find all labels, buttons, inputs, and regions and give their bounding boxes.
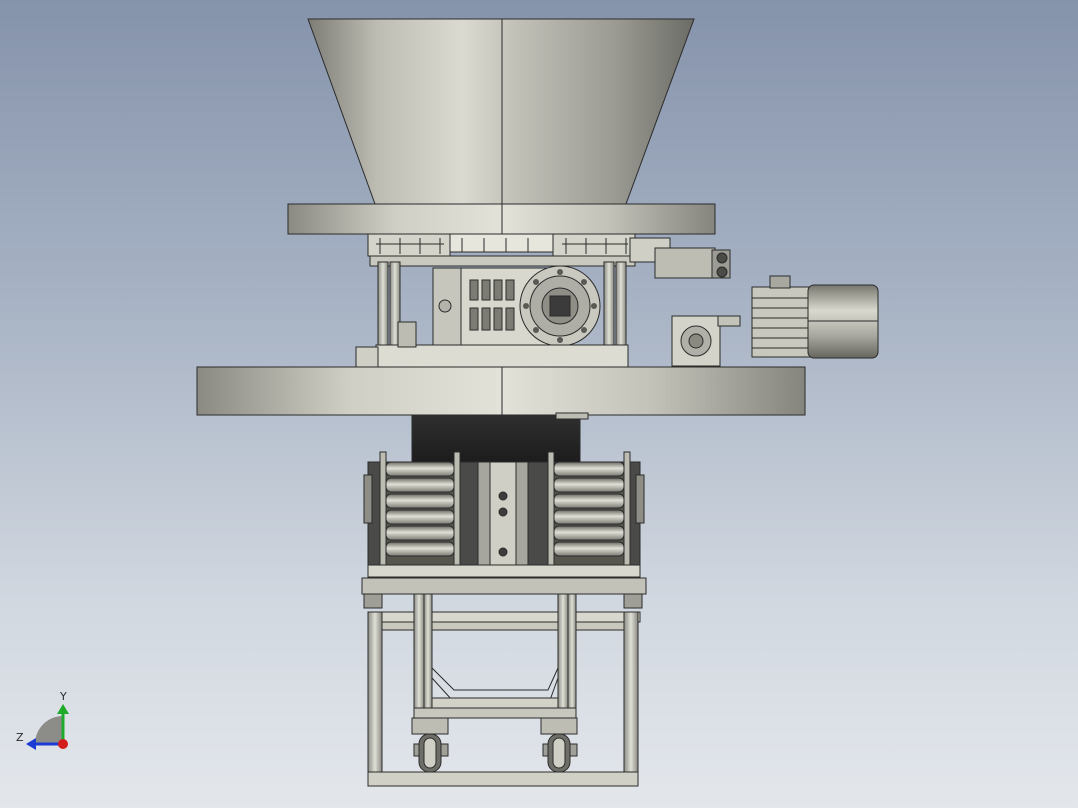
caster-right <box>540 717 578 773</box>
discharge-chute <box>411 412 589 466</box>
hopper-cone <box>307 18 695 205</box>
caster-left <box>411 717 449 773</box>
cad-model-view: Y Z <box>16 18 879 787</box>
y-axis-arrow <box>57 704 69 714</box>
roller-frame <box>363 451 645 567</box>
lower-main-plate <box>196 366 806 416</box>
z-axis-label: Z <box>16 731 24 744</box>
triad-sector <box>35 716 63 744</box>
x-axis-dot <box>58 739 68 749</box>
cart-frame <box>361 564 647 787</box>
feeder-mechanism <box>355 233 741 368</box>
y-axis-label: Y <box>59 690 67 703</box>
orientation-triad[interactable]: Y Z <box>16 690 69 750</box>
z-axis-arrow <box>26 738 36 750</box>
upper-flange-plate <box>287 203 716 235</box>
cad-viewport[interactable]: Y Z <box>0 0 1078 808</box>
electric-motor <box>751 275 879 359</box>
